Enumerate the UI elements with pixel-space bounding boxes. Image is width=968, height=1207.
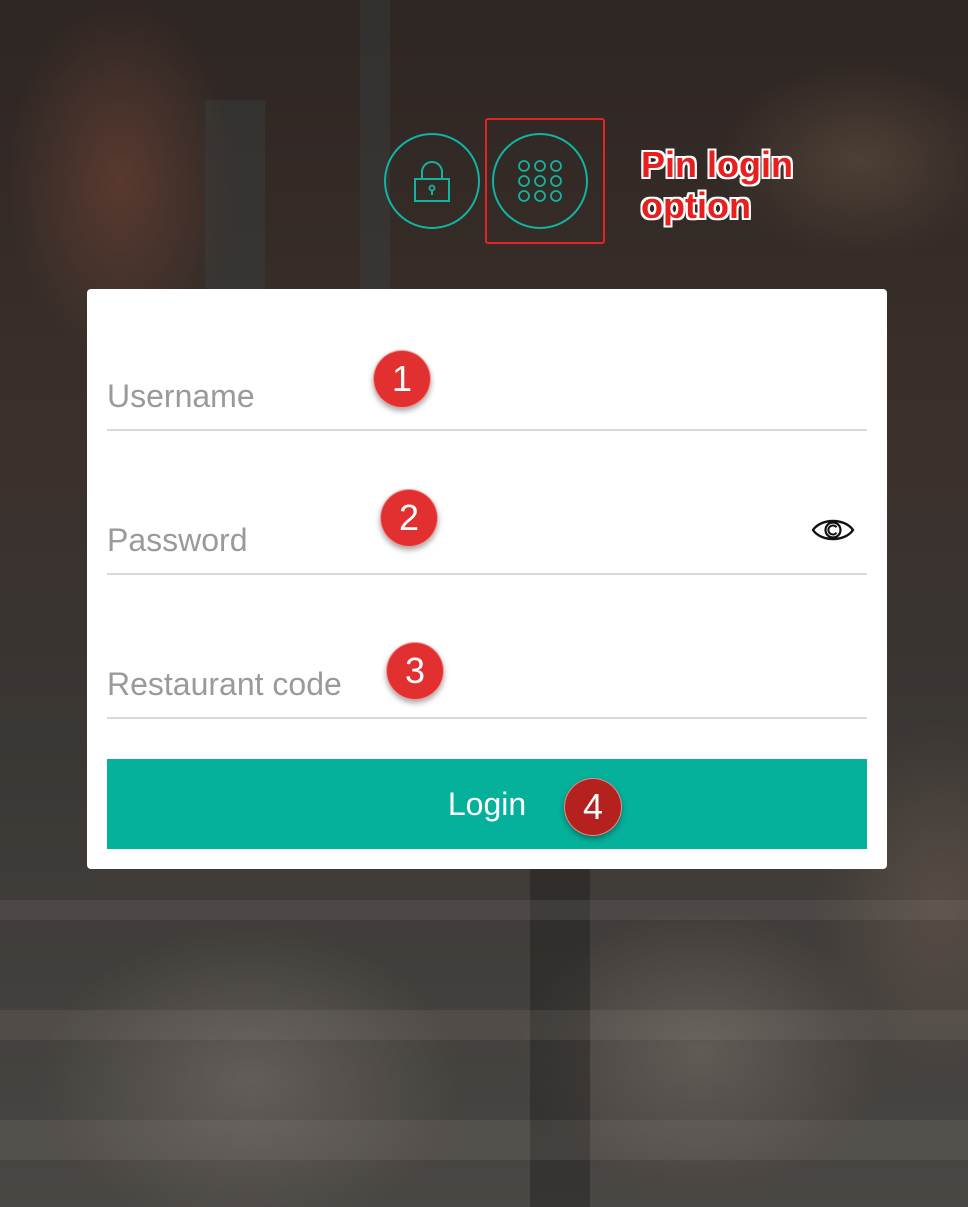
login-button[interactable]: Login <box>107 759 867 849</box>
restaurant-code-input[interactable] <box>107 666 787 703</box>
callout-line: option <box>641 185 751 226</box>
step-badge-3: 3 <box>386 642 444 700</box>
eye-icon[interactable] <box>811 515 855 545</box>
step-badge-1: 1 <box>373 350 431 408</box>
login-card: Login <box>87 289 887 869</box>
lock-icon <box>414 161 450 202</box>
username-input[interactable] <box>107 378 787 415</box>
username-field <box>107 331 867 431</box>
callout-line: Pin login <box>641 144 793 185</box>
password-field <box>107 475 867 575</box>
step-badge-4: 4 <box>564 778 622 836</box>
pin-login-callout: Pin login option <box>641 144 841 226</box>
step-badge-2: 2 <box>380 489 438 547</box>
pin-login-highlight <box>485 118 605 244</box>
password-login-toggle[interactable] <box>384 133 480 229</box>
password-input[interactable] <box>107 522 787 559</box>
restaurant-code-field <box>107 619 867 719</box>
